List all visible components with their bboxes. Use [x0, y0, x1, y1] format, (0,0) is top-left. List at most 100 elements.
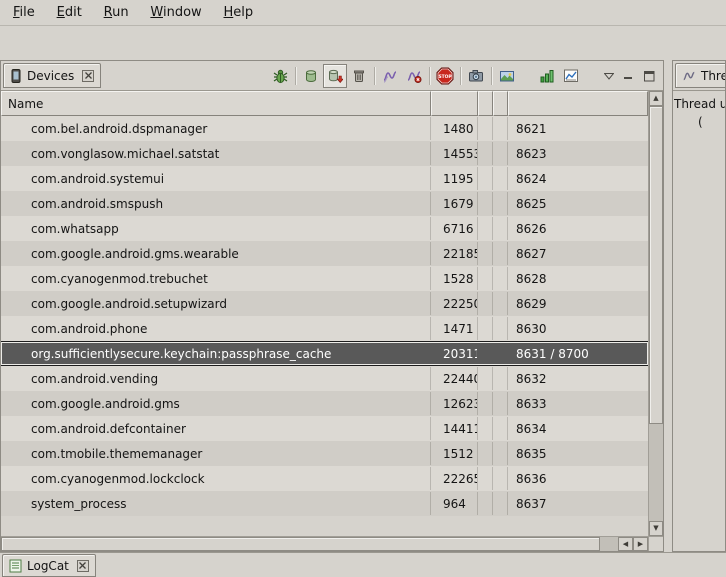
- devices-panel: Devices: [0, 60, 664, 552]
- view-menu-button[interactable]: [599, 66, 619, 86]
- table-row[interactable]: com.android.systemui 1195 8624: [1, 166, 648, 191]
- menu-run[interactable]: Run: [95, 0, 138, 25]
- vertical-scrollbar[interactable]: ▲ ▼: [648, 91, 663, 536]
- device-table: Name com.bel.android.dspmanager 1480 862…: [1, 91, 663, 551]
- tab-threads[interactable]: Threads: [675, 63, 726, 88]
- table-row[interactable]: com.tmobile.thememanager 1512 8635: [1, 441, 648, 466]
- column-header-pid: [431, 91, 478, 116]
- table-row[interactable]: com.whatsapp 6716 8626: [1, 216, 648, 241]
- process-pid: 1679: [431, 192, 478, 215]
- process-pid: 22250: [431, 292, 478, 315]
- menu-bar: File Edit Run Window Help: [0, 0, 726, 26]
- scroll-left-button[interactable]: ◀: [618, 537, 633, 551]
- close-devices-icon[interactable]: [82, 70, 94, 82]
- horizontal-scroll-thumb[interactable]: [1, 537, 600, 551]
- cell-empty: [478, 492, 493, 515]
- dump-hprof-button[interactable]: [323, 64, 347, 88]
- maximize-button[interactable]: [639, 66, 659, 86]
- ddms-window: File Edit Run Window Help Devices: [0, 0, 726, 577]
- cell-empty: [493, 192, 508, 215]
- system-info-button[interactable]: [559, 64, 583, 88]
- green-bars-icon: [539, 68, 555, 84]
- tab-devices-label: Devices: [27, 69, 74, 83]
- bottom-bar: LogCat: [0, 552, 726, 577]
- process-pid: 20311: [431, 342, 478, 365]
- scroll-up-button[interactable]: ▲: [649, 91, 663, 106]
- table-row[interactable]: com.google.android.gms 12623 8633: [1, 391, 648, 416]
- column-header-name[interactable]: Name: [1, 91, 431, 116]
- close-logcat-icon[interactable]: [77, 560, 89, 572]
- method-profiling-icon: [406, 68, 422, 84]
- table-row[interactable]: com.vonglasow.michael.satstat 14553 8623: [1, 141, 648, 166]
- table-row[interactable]: org.sufficientlysecure.keychain:passphra…: [1, 341, 648, 366]
- cell-empty: [478, 417, 493, 440]
- cell-empty: [493, 292, 508, 315]
- horizontal-scrollbar[interactable]: ◀ ▶: [1, 536, 648, 551]
- table-row[interactable]: com.android.defcontainer 14411 8634: [1, 416, 648, 441]
- toolbar-separator: [374, 67, 375, 85]
- panel-splitter[interactable]: [664, 60, 672, 552]
- debug-button[interactable]: [268, 64, 292, 88]
- column-header-port: [508, 91, 648, 116]
- scroll-down-button[interactable]: ▼: [649, 521, 663, 536]
- menu-edit[interactable]: Edit: [48, 0, 91, 25]
- minimize-button[interactable]: [619, 66, 639, 86]
- update-threads-button[interactable]: [378, 64, 402, 88]
- process-port: 8632: [508, 367, 648, 390]
- table-row[interactable]: com.android.vending 22440 8632: [1, 366, 648, 391]
- cell-empty: [478, 167, 493, 190]
- tab-devices[interactable]: Devices: [3, 63, 101, 88]
- cell-empty: [493, 167, 508, 190]
- update-heap-button[interactable]: [299, 64, 323, 88]
- stop-process-button[interactable]: STOP: [433, 64, 457, 88]
- cell-empty: [493, 267, 508, 290]
- process-name: system_process: [1, 492, 431, 515]
- scroll-right-icon: ▶: [638, 541, 643, 548]
- table-row[interactable]: com.cyanogenmod.trebuchet 1528 8628: [1, 266, 648, 291]
- scroll-right-button[interactable]: ▶: [633, 537, 648, 551]
- process-port: 8626: [508, 217, 648, 240]
- capture-views-button[interactable]: [535, 64, 559, 88]
- table-row[interactable]: com.android.phone 1471 8630: [1, 316, 648, 341]
- screen-record-button[interactable]: [495, 64, 519, 88]
- process-port: 8624: [508, 167, 648, 190]
- update-heap-icon: [303, 68, 319, 84]
- menu-window[interactable]: Window: [141, 0, 210, 25]
- tab-logcat[interactable]: LogCat: [2, 554, 96, 577]
- threads-icon: [682, 69, 696, 83]
- logcat-icon: [9, 559, 22, 573]
- cell-empty: [478, 292, 493, 315]
- method-profiling-button[interactable]: [402, 64, 426, 88]
- cell-empty: [493, 417, 508, 440]
- table-row[interactable]: system_process 964 8637: [1, 491, 648, 516]
- line-graph-icon: [563, 68, 579, 84]
- cell-empty: [478, 342, 493, 365]
- process-name: org.sufficientlysecure.keychain:passphra…: [1, 342, 431, 365]
- table-row[interactable]: com.cyanogenmod.lockclock 22265 8636: [1, 466, 648, 491]
- process-pid: 12623: [431, 392, 478, 415]
- cell-empty: [493, 392, 508, 415]
- table-row[interactable]: com.android.smspush 1679 8625: [1, 191, 648, 216]
- devices-view-header: Devices: [1, 61, 663, 91]
- cell-empty: [493, 142, 508, 165]
- vertical-scroll-thumb[interactable]: [649, 106, 663, 424]
- process-name: com.android.phone: [1, 317, 431, 340]
- process-pid: 964: [431, 492, 478, 515]
- table-row[interactable]: com.google.android.gms.wearable 22185 86…: [1, 241, 648, 266]
- tab-threads-label: Threads: [701, 69, 726, 83]
- process-pid: 6716: [431, 217, 478, 240]
- process-pid: 1195: [431, 167, 478, 190]
- process-name: com.google.android.setupwizard: [1, 292, 431, 315]
- threads-message-line2: (: [674, 113, 724, 131]
- screen-capture-button[interactable]: [464, 64, 488, 88]
- cause-gc-button[interactable]: [347, 64, 371, 88]
- process-port: 8634: [508, 417, 648, 440]
- menu-help[interactable]: Help: [215, 0, 263, 25]
- cell-empty: [493, 442, 508, 465]
- table-row[interactable]: com.google.android.setupwizard 22250 862…: [1, 291, 648, 316]
- process-name: com.android.defcontainer: [1, 417, 431, 440]
- table-row[interactable]: com.bel.android.dspmanager 1480 8621: [1, 116, 648, 141]
- process-name: com.tmobile.thememanager: [1, 442, 431, 465]
- menu-file[interactable]: File: [4, 0, 44, 25]
- cell-empty: [478, 267, 493, 290]
